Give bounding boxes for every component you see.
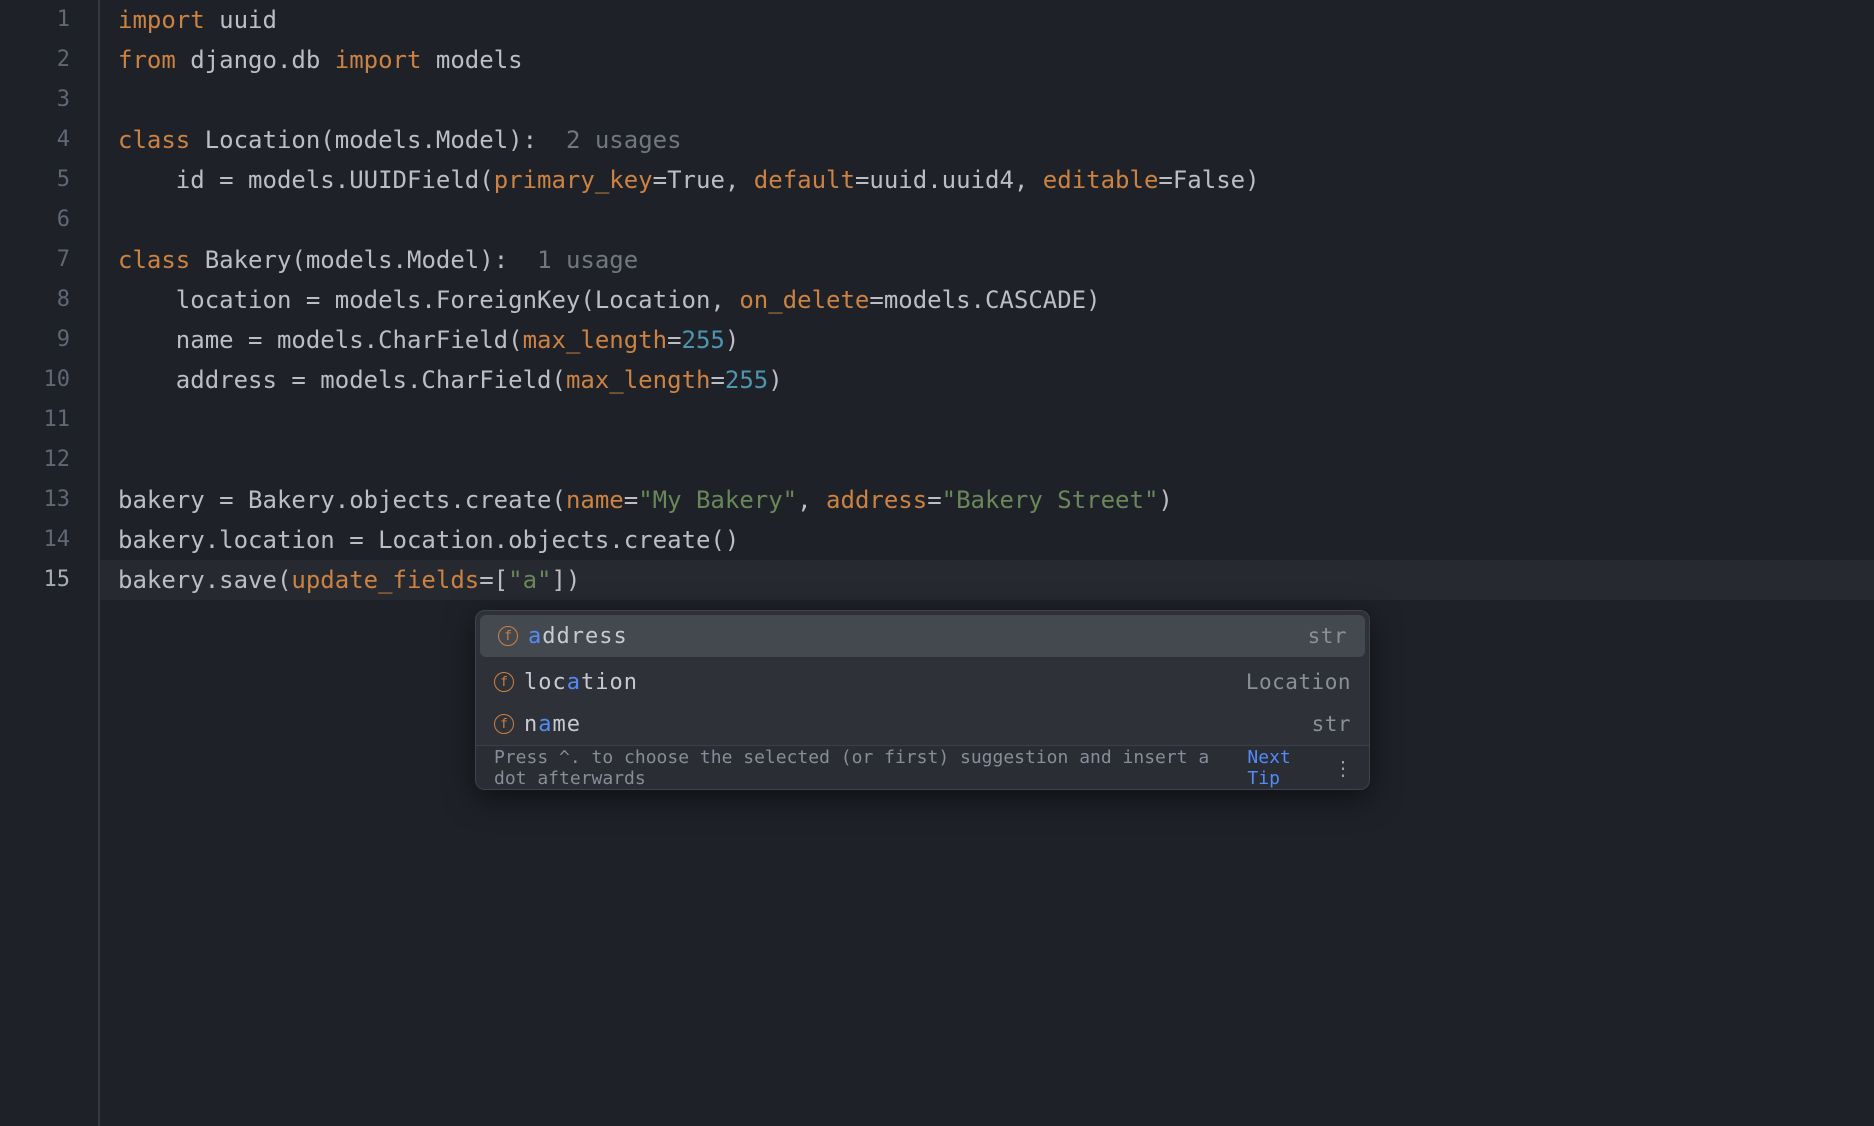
line-number[interactable]: 8 bbox=[0, 280, 70, 320]
line-number[interactable]: 14 bbox=[0, 520, 70, 560]
code-line[interactable]: from django.db import models bbox=[118, 40, 1874, 80]
line-number[interactable]: 11 bbox=[0, 400, 70, 440]
line-number[interactable]: 9 bbox=[0, 320, 70, 360]
code-line[interactable] bbox=[118, 200, 1874, 240]
code-line[interactable]: import uuid bbox=[118, 0, 1874, 40]
usage-hint[interactable]: 1 usage bbox=[537, 246, 638, 274]
code-editor: 1 2 3 4 5 6 7 8 9 10 11 12 13 14 15 impo… bbox=[0, 0, 1874, 1126]
field-icon: f bbox=[494, 672, 514, 692]
completion-label: address bbox=[528, 624, 628, 649]
completion-popup: f address str f location Location f name… bbox=[475, 610, 1370, 790]
line-number[interactable]: 6 bbox=[0, 200, 70, 240]
code-line[interactable]: address = models.CharField(max_length=25… bbox=[118, 360, 1874, 400]
code-line[interactable] bbox=[118, 440, 1874, 480]
code-line[interactable]: location = models.ForeignKey(Location, o… bbox=[118, 280, 1874, 320]
completion-item[interactable]: f address str bbox=[480, 615, 1365, 657]
line-number[interactable]: 3 bbox=[0, 80, 70, 120]
code-line[interactable]: bakery = Bakery.objects.create(name="My … bbox=[118, 480, 1874, 520]
completion-type: str bbox=[1312, 712, 1351, 736]
code-line[interactable]: class Bakery(models.Model): 1 usage bbox=[118, 240, 1874, 280]
completion-item[interactable]: f location Location bbox=[476, 661, 1369, 703]
code-line[interactable]: class Location(models.Model): 2 usages bbox=[118, 120, 1874, 160]
line-number[interactable]: 15 bbox=[0, 560, 70, 600]
line-number[interactable]: 12 bbox=[0, 440, 70, 480]
line-number[interactable]: 13 bbox=[0, 480, 70, 520]
line-number[interactable]: 1 bbox=[0, 0, 70, 40]
gutter: 1 2 3 4 5 6 7 8 9 10 11 12 13 14 15 bbox=[0, 0, 100, 1126]
usage-hint[interactable]: 2 usages bbox=[566, 126, 682, 154]
completion-type: str bbox=[1308, 624, 1347, 648]
completion-item[interactable]: f name str bbox=[476, 703, 1369, 745]
completion-hint: Press ^. to choose the selected (or firs… bbox=[494, 747, 1247, 789]
code-line[interactable] bbox=[118, 400, 1874, 440]
code-line[interactable]: bakery.location = Location.objects.creat… bbox=[118, 520, 1874, 560]
line-number[interactable]: 5 bbox=[0, 160, 70, 200]
code-line[interactable]: name = models.CharField(max_length=255) bbox=[118, 320, 1874, 360]
completion-label: name bbox=[524, 712, 581, 737]
completion-footer: Press ^. to choose the selected (or firs… bbox=[476, 745, 1369, 789]
code-line[interactable]: id = models.UUIDField(primary_key=True, … bbox=[118, 160, 1874, 200]
completion-type: Location bbox=[1246, 670, 1351, 694]
line-number[interactable]: 4 bbox=[0, 120, 70, 160]
line-number[interactable]: 7 bbox=[0, 240, 70, 280]
completion-label: location bbox=[524, 670, 638, 695]
code-area[interactable]: import uuid from django.db import models… bbox=[100, 0, 1874, 1126]
code-line-current[interactable]: bakery.save(update_fields=["a"]) bbox=[100, 560, 1874, 600]
line-number[interactable]: 10 bbox=[0, 360, 70, 400]
line-number[interactable]: 2 bbox=[0, 40, 70, 80]
code-line[interactable] bbox=[118, 80, 1874, 120]
field-icon: f bbox=[498, 626, 518, 646]
field-icon: f bbox=[494, 714, 514, 734]
next-tip-link[interactable]: Next Tip bbox=[1247, 747, 1317, 789]
more-icon[interactable]: ⋮ bbox=[1333, 756, 1351, 780]
